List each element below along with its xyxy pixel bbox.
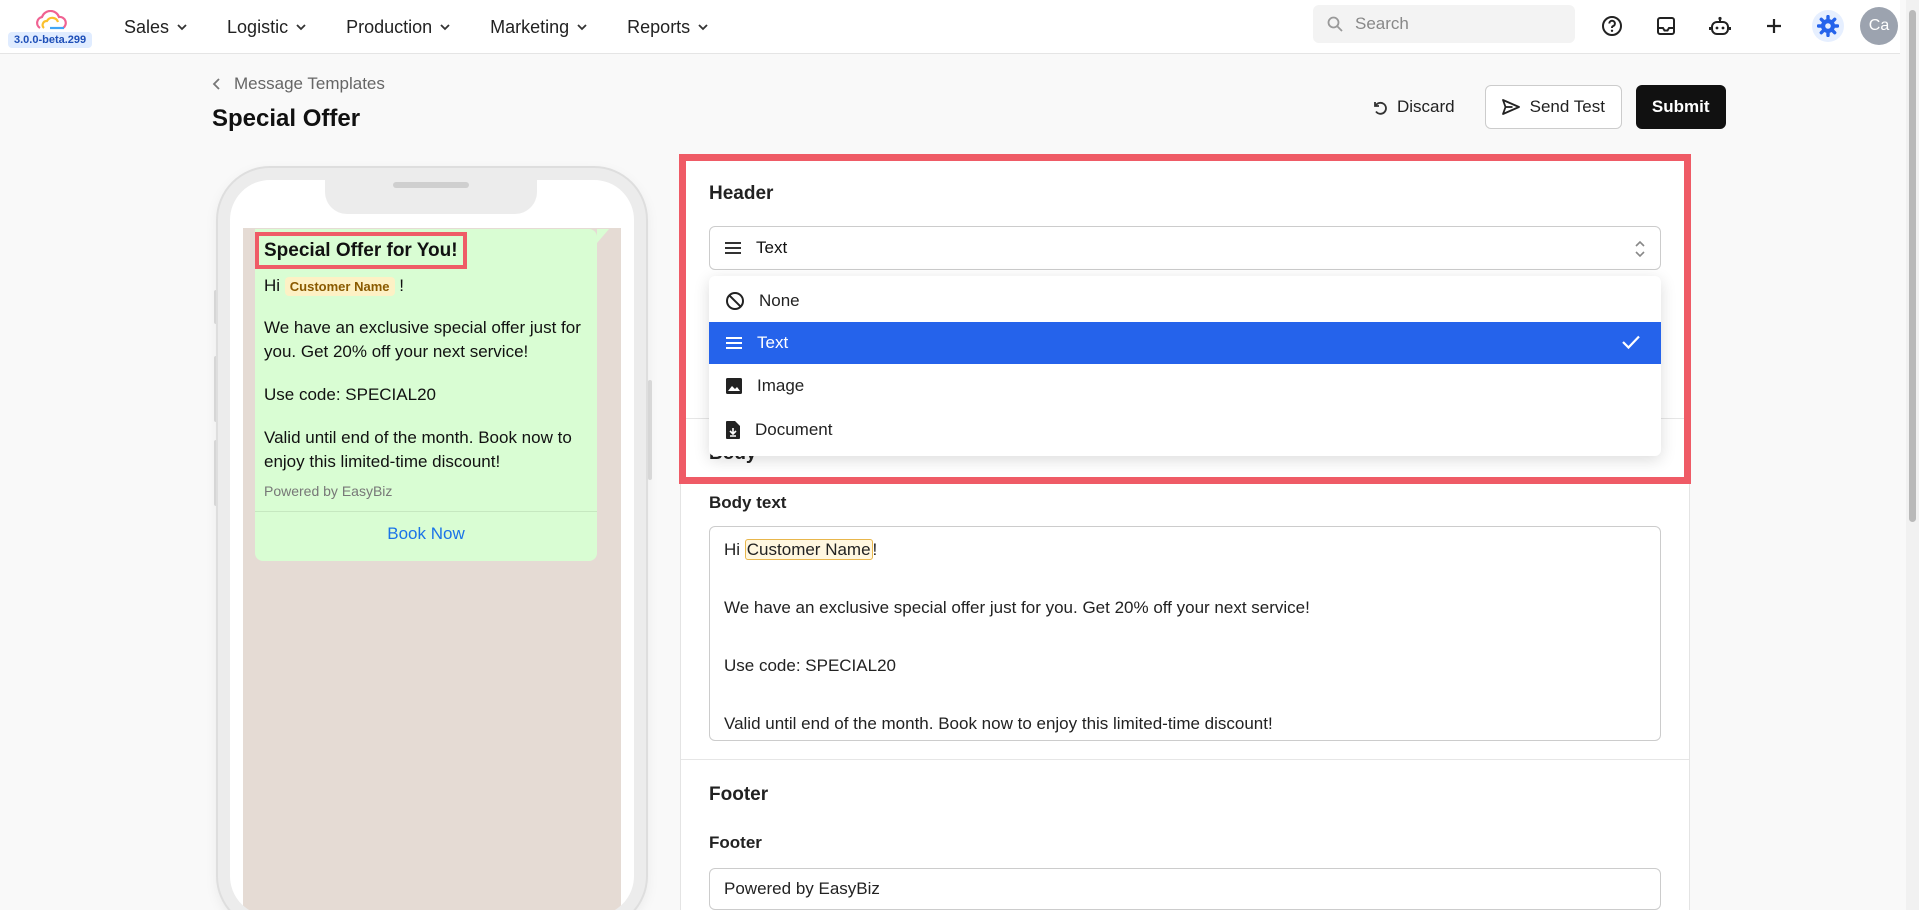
preview-paragraph: Use code: SPECIAL20 — [264, 385, 436, 404]
submit-button[interactable]: Submit — [1635, 85, 1726, 129]
add-button[interactable] — [1758, 10, 1790, 42]
version-badge: 3.0.0-beta.299 — [8, 32, 93, 48]
gear-icon — [1817, 15, 1839, 37]
variable-tag: Customer Name — [284, 277, 395, 296]
phone-button — [648, 380, 652, 480]
top-navbar: 3.0.0-beta.299 Sales Logistic Production… — [0, 0, 1900, 54]
search-icon — [1327, 16, 1343, 32]
robot-icon — [1709, 16, 1731, 35]
phone-notch — [325, 180, 537, 214]
breadcrumb-label: Message Templates — [234, 74, 385, 93]
nav-sales[interactable]: Sales — [124, 17, 187, 38]
body-line: Use code: SPECIAL20 — [724, 656, 896, 675]
settings-button[interactable] — [1812, 10, 1844, 42]
chevron-down-icon — [698, 24, 708, 31]
phone-speaker — [393, 182, 469, 188]
footer-section-title: Footer — [709, 784, 769, 805]
body-prefix: Hi — [724, 540, 745, 559]
help-icon — [1602, 16, 1622, 36]
nav-label: Sales — [124, 16, 170, 37]
chevron-down-icon — [577, 24, 587, 31]
book-now-button[interactable]: Book Now — [255, 524, 597, 544]
preview-footer: Powered by EasyBiz — [264, 483, 393, 499]
app-logo[interactable]: 3.0.0-beta.299 — [8, 8, 98, 50]
chevron-down-icon — [440, 24, 450, 31]
body-line: We have an exclusive special offer just … — [724, 598, 1310, 617]
chevron-down-icon — [177, 24, 187, 31]
send-test-label: Send Test — [1529, 97, 1605, 116]
preview-greeting: Hi Customer Name ! — [264, 274, 589, 299]
plus-icon — [1767, 19, 1781, 33]
cloud-logo-icon — [36, 10, 67, 30]
assistant-button[interactable] — [1704, 10, 1736, 42]
preview-paragraph: Valid until end of the month. Book now t… — [264, 428, 572, 471]
variable-tag: Customer Name — [744, 539, 873, 560]
body-line: Valid until end of the month. Book now t… — [724, 714, 1273, 733]
chevron-left-icon — [212, 78, 220, 90]
undo-icon — [1374, 101, 1387, 115]
nav-production[interactable]: Production — [346, 17, 450, 38]
page-actions: Discard Send Test Submit — [1355, 85, 1726, 129]
footer-value: Powered by EasyBiz — [724, 879, 880, 898]
user-avatar[interactable]: Ca — [1860, 7, 1898, 45]
nav-marketing[interactable]: Marketing — [490, 17, 587, 38]
nav-label: Reports — [627, 16, 691, 37]
greeting-prefix: Hi — [264, 276, 281, 295]
send-test-button[interactable]: Send Test — [1484, 85, 1622, 129]
body-text-label: Body text — [709, 493, 787, 512]
toolbar-icons — [1596, 10, 1844, 42]
send-icon — [1501, 99, 1520, 115]
scrollbar-thumb[interactable] — [1909, 10, 1916, 522]
body-blank-line — [724, 564, 1646, 593]
nav-label: Logistic — [227, 16, 289, 37]
footer-input[interactable]: Powered by EasyBiz — [709, 868, 1661, 910]
body-blank-line — [724, 622, 1646, 651]
search-input[interactable]: Search — [1313, 5, 1575, 43]
preview-header-text: Special Offer for You! — [255, 232, 467, 269]
nav-label: Production — [346, 16, 433, 37]
body-line: Hi Customer Name! — [724, 535, 1646, 564]
page-scrollbar[interactable] — [1906, 0, 1919, 910]
discard-button[interactable]: Discard — [1355, 85, 1471, 129]
greeting-suffix: ! — [399, 276, 404, 295]
nav-label: Marketing — [490, 16, 570, 37]
nav-logistic[interactable]: Logistic — [227, 17, 306, 38]
nav-reports[interactable]: Reports — [627, 17, 708, 38]
help-button[interactable] — [1596, 10, 1628, 42]
inbox-icon — [1657, 17, 1675, 35]
section-divider — [681, 759, 1689, 760]
main-nav: Sales Logistic Production Marketing Repo… — [124, 0, 748, 54]
search-placeholder: Search — [1355, 14, 1409, 33]
page-title: Special Offer — [212, 105, 361, 132]
bubble-divider — [255, 511, 597, 512]
submit-label: Submit — [1651, 97, 1710, 116]
discard-label: Discard — [1397, 97, 1455, 116]
header-highlight-frame — [679, 154, 1691, 484]
footer-label: Footer — [709, 833, 762, 852]
preview-paragraph: We have an exclusive special offer just … — [264, 318, 581, 361]
body-blank-line — [724, 680, 1646, 709]
chevron-down-icon — [296, 24, 306, 31]
inbox-button[interactable] — [1650, 10, 1682, 42]
body-suffix: ! — [872, 540, 878, 559]
body-text-input[interactable]: Hi Customer Name! We have an exclusive s… — [709, 526, 1661, 741]
breadcrumb[interactable]: Message Templates — [212, 74, 385, 94]
